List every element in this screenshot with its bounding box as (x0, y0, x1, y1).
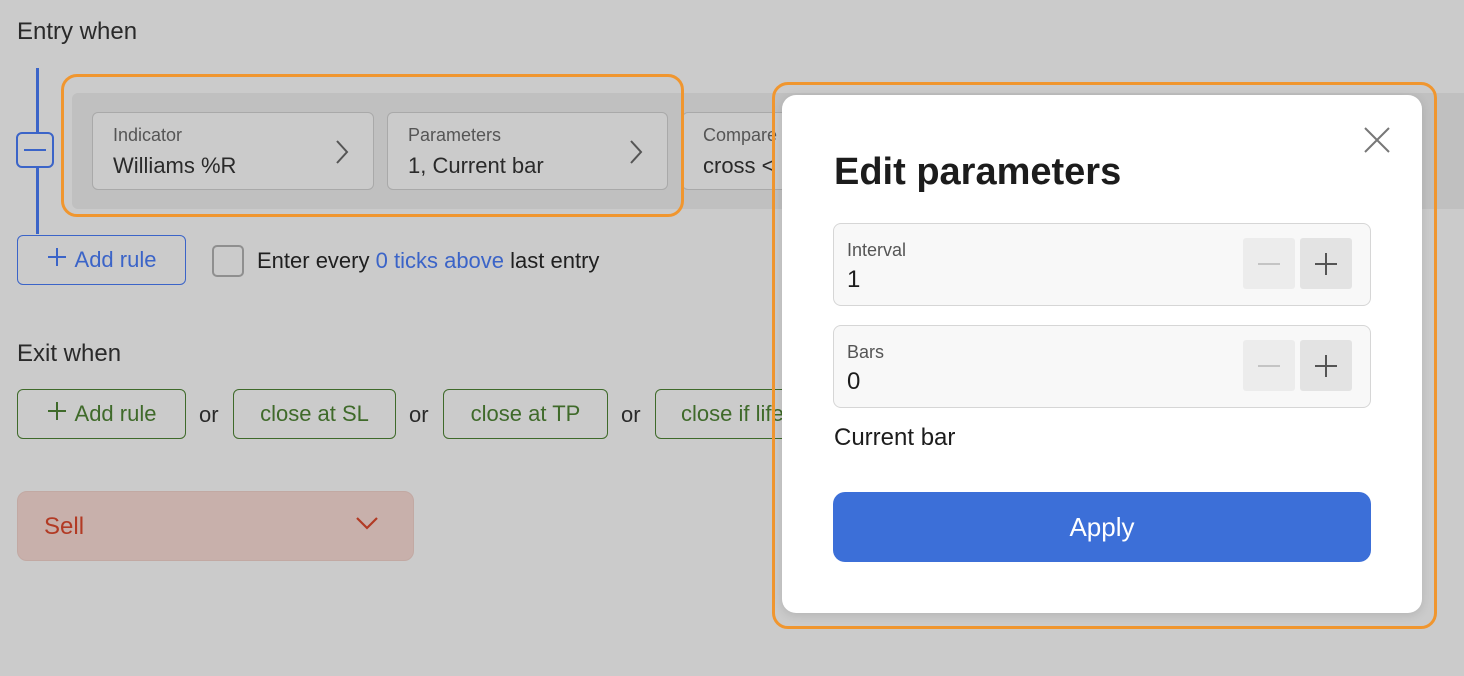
plus-icon (47, 401, 67, 427)
minus-icon (1258, 364, 1280, 367)
highlight-rule-frame (61, 74, 684, 217)
close-at-tp-button[interactable]: close at TP (443, 389, 608, 439)
or-separator: or (621, 402, 641, 427)
edit-parameters-modal: Edit parameters Interval Bars Current ba… (782, 95, 1422, 613)
plus-icon (1315, 354, 1337, 377)
remove-rule-button[interactable] (16, 132, 54, 168)
enter-every-suffix: last entry (510, 248, 600, 273)
bars-label: Bars (847, 342, 885, 362)
exit-add-rule-button[interactable]: Add rule (17, 389, 186, 439)
modal-title: Edit parameters (834, 151, 1122, 193)
bars-increment-button[interactable] (1300, 340, 1352, 391)
minus-icon (1258, 262, 1280, 265)
interval-increment-button[interactable] (1300, 238, 1352, 289)
bars-input[interactable] (847, 366, 1227, 398)
entry-add-rule-label: Add rule (74, 247, 157, 272)
bars-field: Bars (833, 325, 1371, 408)
or-separator: or (409, 402, 429, 427)
action-select[interactable]: Sell (17, 491, 414, 561)
interval-field: Interval (833, 223, 1371, 306)
enter-every-checkbox[interactable] (212, 245, 244, 277)
compare-value: cross < (703, 153, 775, 178)
enter-every-prefix: Enter every (257, 248, 370, 273)
bars-decrement-button[interactable] (1243, 340, 1295, 391)
interval-label: Interval (847, 240, 907, 260)
plus-icon (1315, 252, 1337, 275)
close-icon[interactable] (1362, 125, 1392, 155)
compare-label: Compare (703, 125, 778, 145)
entry-add-rule-button[interactable]: Add rule (17, 235, 186, 285)
action-select-value: Sell (44, 513, 85, 540)
minus-icon (24, 149, 46, 151)
bars-description: Current bar (834, 424, 956, 451)
exit-add-rule-label: Add rule (74, 401, 157, 426)
interval-input[interactable] (847, 264, 1227, 296)
close-at-sl-button[interactable]: close at SL (233, 389, 396, 439)
chevron-down-icon (355, 516, 379, 535)
enter-every-text: Enter every 0 ticks above last entry (257, 248, 599, 274)
ticks-above-link[interactable]: 0 ticks above (376, 248, 504, 273)
interval-decrement-button[interactable] (1243, 238, 1295, 289)
or-separator: or (199, 402, 219, 427)
apply-button[interactable]: Apply (833, 492, 1371, 562)
entry-section-title: Entry when (17, 18, 138, 45)
plus-icon (47, 247, 67, 273)
exit-section-title: Exit when (17, 340, 122, 367)
